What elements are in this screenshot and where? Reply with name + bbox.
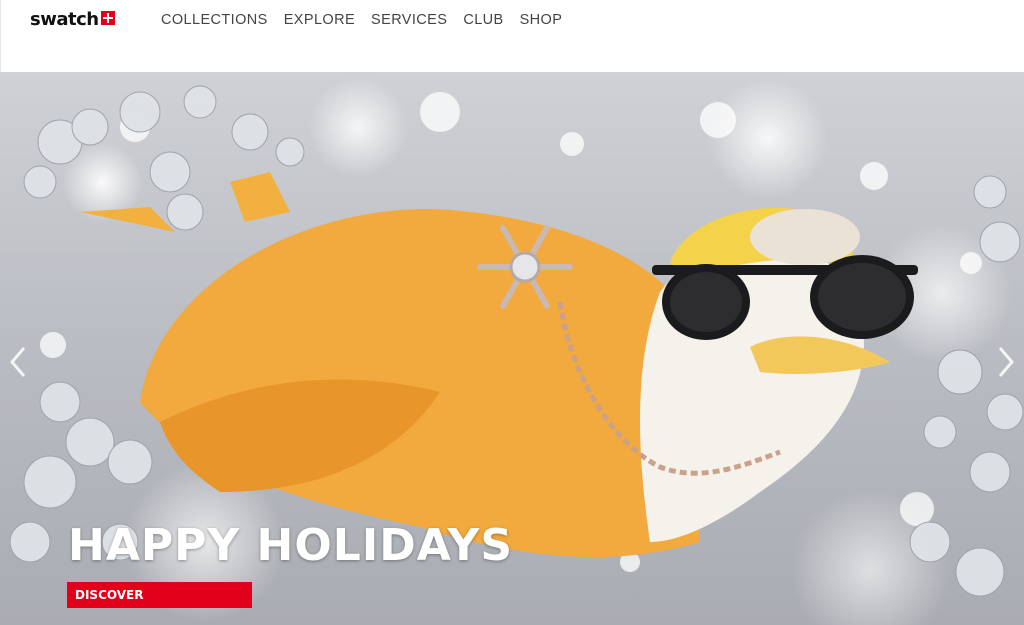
nav-item-explore[interactable]: EXPLORE: [284, 12, 355, 28]
logo-wordmark: swatch: [30, 9, 99, 30]
nav-item-shop[interactable]: SHOP: [520, 12, 563, 28]
swiss-cross-icon: [100, 10, 115, 25]
carousel-next-button[interactable]: [994, 342, 1018, 382]
main-nav: COLLECTIONS EXPLORE SERVICES CLUB SHOP: [161, 12, 562, 28]
chevron-left-icon: [10, 347, 26, 377]
hero-headline: HAPPY HOLIDAYS: [68, 520, 514, 571]
nav-item-collections[interactable]: COLLECTIONS: [161, 12, 268, 28]
nav-item-services[interactable]: SERVICES: [371, 12, 447, 28]
chevron-right-icon: [998, 347, 1014, 377]
swatch-logo[interactable]: swatch: [30, 9, 115, 30]
carousel-prev-button[interactable]: [6, 342, 30, 382]
site-header: swatch COLLECTIONS EXPLORE SERVICES CLUB…: [0, 0, 1024, 72]
discover-button[interactable]: DISCOVER: [67, 582, 252, 608]
nav-item-club[interactable]: CLUB: [463, 12, 503, 28]
hero-banner[interactable]: HAPPY HOLIDAYS DISCOVER: [0, 72, 1024, 625]
